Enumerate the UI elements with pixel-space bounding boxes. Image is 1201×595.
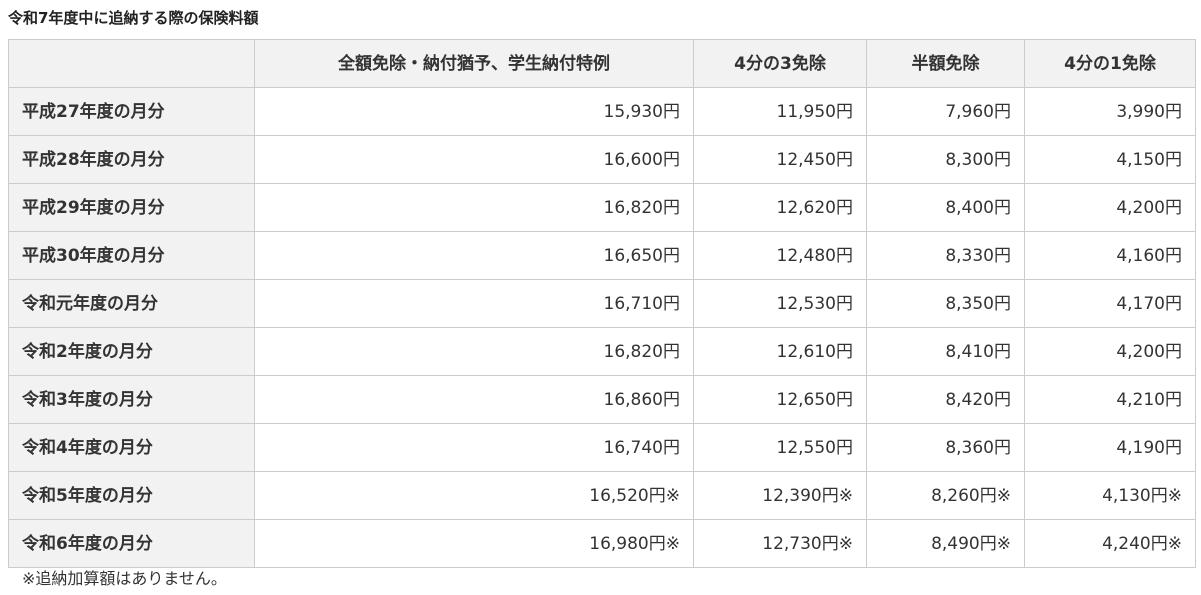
table-row: 令和2年度の月分 16,820円 12,610円 8,410円 4,200円 (8, 327, 1196, 376)
cell-half-exemption: 8,260円※ (866, 471, 1025, 520)
cell-three-quarter-exemption: 11,950円 (693, 87, 867, 136)
cell-quarter-exemption: 4,210円 (1024, 375, 1196, 424)
table-row: 平成28年度の月分 16,600円 12,450円 8,300円 4,150円 (8, 135, 1196, 184)
cell-three-quarter-exemption: 12,730円※ (693, 519, 867, 568)
cell-three-quarter-exemption: 12,530円 (693, 279, 867, 328)
header-quarter-exemption: 4分の1免除 (1024, 39, 1196, 88)
row-label: 令和5年度の月分 (8, 471, 255, 520)
cell-full-exemption: 16,820円 (254, 183, 694, 232)
cell-full-exemption: 16,820円 (254, 327, 694, 376)
cell-quarter-exemption: 4,240円※ (1024, 519, 1196, 568)
table-row: 令和5年度の月分 16,520円※ 12,390円※ 8,260円※ 4,130… (8, 471, 1196, 520)
row-label: 令和6年度の月分 (8, 519, 255, 568)
row-label: 平成30年度の月分 (8, 231, 255, 280)
cell-half-exemption: 8,410円 (866, 327, 1025, 376)
cell-half-exemption: 8,400円 (866, 183, 1025, 232)
cell-three-quarter-exemption: 12,480円 (693, 231, 867, 280)
row-label: 平成29年度の月分 (8, 183, 255, 232)
cell-full-exemption: 16,650円 (254, 231, 694, 280)
table-header-row: 全額免除・納付猶予、学生納付特例 4分の3免除 半額免除 4分の1免除 (8, 39, 1196, 88)
cell-full-exemption: 16,710円 (254, 279, 694, 328)
cell-quarter-exemption: 4,160円 (1024, 231, 1196, 280)
footnote: ※追納加算額はありません。 (22, 569, 227, 588)
cell-full-exemption: 16,520円※ (254, 471, 694, 520)
table-caption: 令和7年度中に追納する際の保険料額 (8, 9, 259, 27)
row-label: 平成27年度の月分 (8, 87, 255, 136)
row-label: 令和元年度の月分 (8, 279, 255, 328)
row-label: 令和3年度の月分 (8, 375, 255, 424)
cell-full-exemption: 16,860円 (254, 375, 694, 424)
cell-full-exemption: 16,740円 (254, 423, 694, 472)
cell-half-exemption: 7,960円 (866, 87, 1025, 136)
cell-three-quarter-exemption: 12,620円 (693, 183, 867, 232)
cell-quarter-exemption: 4,200円 (1024, 327, 1196, 376)
premium-table: 全額免除・納付猶予、学生納付特例 4分の3免除 半額免除 4分の1免除 平成27… (8, 39, 1196, 568)
cell-three-quarter-exemption: 12,550円 (693, 423, 867, 472)
row-label: 平成28年度の月分 (8, 135, 255, 184)
table-row: 令和6年度の月分 16,980円※ 12,730円※ 8,490円※ 4,240… (8, 519, 1196, 568)
cell-half-exemption: 8,420円 (866, 375, 1025, 424)
table-row: 平成29年度の月分 16,820円 12,620円 8,400円 4,200円 (8, 183, 1196, 232)
row-label: 令和2年度の月分 (8, 327, 255, 376)
cell-quarter-exemption: 4,130円※ (1024, 471, 1196, 520)
cell-three-quarter-exemption: 12,650円 (693, 375, 867, 424)
cell-quarter-exemption: 4,150円 (1024, 135, 1196, 184)
table-row: 令和4年度の月分 16,740円 12,550円 8,360円 4,190円 (8, 423, 1196, 472)
table-row: 令和元年度の月分 16,710円 12,530円 8,350円 4,170円 (8, 279, 1196, 328)
header-half-exemption: 半額免除 (866, 39, 1025, 88)
cell-half-exemption: 8,330円 (866, 231, 1025, 280)
table-row: 平成30年度の月分 16,650円 12,480円 8,330円 4,160円 (8, 231, 1196, 280)
row-label: 令和4年度の月分 (8, 423, 255, 472)
cell-full-exemption: 16,980円※ (254, 519, 694, 568)
header-three-quarter-exemption: 4分の3免除 (693, 39, 867, 88)
cell-three-quarter-exemption: 12,390円※ (693, 471, 867, 520)
cell-three-quarter-exemption: 12,450円 (693, 135, 867, 184)
cell-full-exemption: 15,930円 (254, 87, 694, 136)
cell-half-exemption: 8,300円 (866, 135, 1025, 184)
cell-full-exemption: 16,600円 (254, 135, 694, 184)
cell-three-quarter-exemption: 12,610円 (693, 327, 867, 376)
cell-half-exemption: 8,490円※ (866, 519, 1025, 568)
cell-quarter-exemption: 4,170円 (1024, 279, 1196, 328)
cell-half-exemption: 8,360円 (866, 423, 1025, 472)
cell-half-exemption: 8,350円 (866, 279, 1025, 328)
cell-quarter-exemption: 4,190円 (1024, 423, 1196, 472)
table-row: 平成27年度の月分 15,930円 11,950円 7,960円 3,990円 (8, 87, 1196, 136)
cell-quarter-exemption: 4,200円 (1024, 183, 1196, 232)
header-corner (8, 39, 255, 88)
header-full-exemption: 全額免除・納付猶予、学生納付特例 (254, 39, 694, 88)
table-row: 令和3年度の月分 16,860円 12,650円 8,420円 4,210円 (8, 375, 1196, 424)
cell-quarter-exemption: 3,990円 (1024, 87, 1196, 136)
